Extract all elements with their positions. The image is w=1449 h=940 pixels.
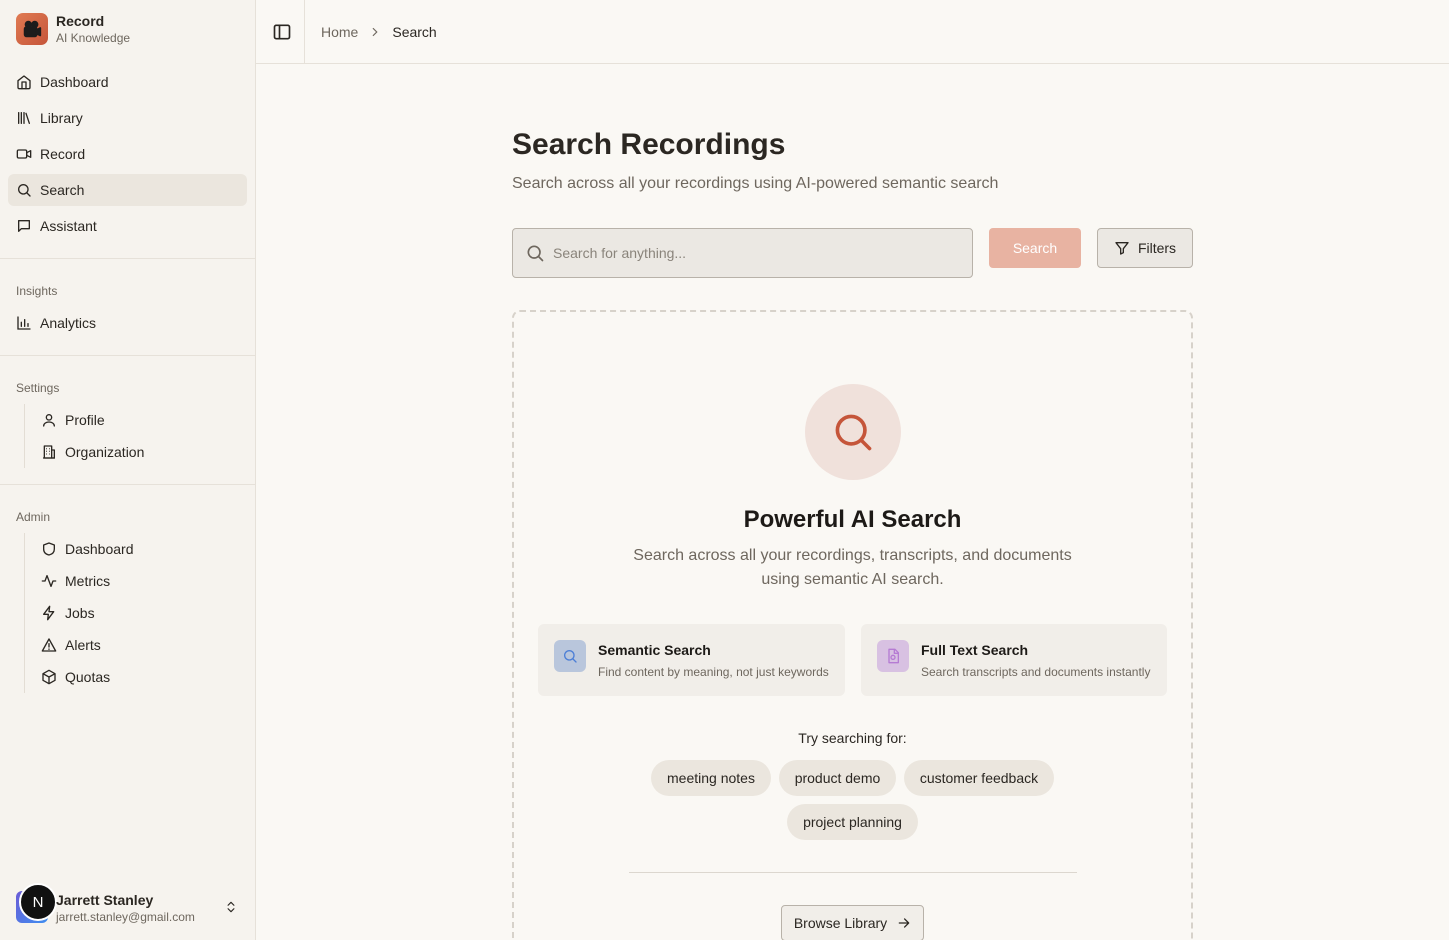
suggestion-chip[interactable]: project planning (787, 804, 918, 840)
feature-title: Semantic Search (598, 642, 711, 658)
sidebar-item-analytics[interactable]: Analytics (8, 307, 247, 339)
group-label-admin: Admin (16, 510, 51, 524)
search-field[interactable] (512, 228, 973, 278)
filter-icon (1115, 242, 1129, 255)
feature-semantic-search: Semantic Search Find content by meaning,… (538, 624, 845, 696)
package-icon (42, 669, 56, 685)
page-title: Search Recordings (512, 128, 786, 161)
activity-icon (41, 575, 57, 587)
search-hero-icon (805, 384, 901, 480)
avatar: N (19, 883, 57, 921)
filters-label: Filters (1137, 240, 1177, 256)
user-name: Jarrett Stanley (56, 892, 154, 908)
user-menu[interactable]: N Jarrett Stanley jarrett.stanley@gmail.… (16, 883, 247, 927)
sidebar-item-label: Search (40, 182, 85, 198)
sidebar-item-alerts[interactable]: Alerts (33, 630, 247, 660)
sidebar-item-organization[interactable]: Organization (33, 437, 247, 467)
message-icon (18, 220, 30, 232)
top-header: Home Search (256, 0, 1449, 64)
sidebar-item-label: Dashboard (40, 74, 109, 90)
library-icon (18, 112, 30, 124)
breadcrumb: Home Search (321, 24, 437, 40)
suggestion-chip[interactable]: product demo (779, 760, 896, 796)
sidebar-toggle-icon[interactable] (272, 22, 292, 42)
try-searching-label: Try searching for: (798, 730, 907, 746)
sidebar: Record AI Knowledge Dashboard Library Re… (0, 0, 256, 940)
sidebar-divider (0, 484, 255, 485)
sidebar-divider (0, 355, 255, 356)
home-icon (17, 75, 31, 90)
alert-triangle-icon (41, 638, 57, 652)
card-divider (629, 872, 1077, 873)
search-icon (527, 245, 544, 262)
page-subtitle: Search across all your recordings using … (512, 175, 999, 192)
feature-description: Search transcripts and documents instant… (921, 665, 1151, 679)
chevrons-up-down-icon (227, 901, 235, 913)
user-email: jarrett.stanley@gmail.com (56, 910, 195, 924)
sidebar-item-quotas[interactable]: Quotas (33, 662, 247, 692)
sidebar-item-metrics[interactable]: Metrics (33, 566, 247, 596)
suggestion-chip[interactable]: meeting notes (651, 760, 771, 796)
sidebar-item-label: Jobs (65, 605, 95, 621)
filters-button[interactable]: Filters (1097, 228, 1193, 268)
sidebar-item-label: Dashboard (65, 541, 134, 557)
sidebar-item-admin-dashboard[interactable]: Dashboard (33, 534, 247, 564)
group-label-insights: Insights (16, 284, 58, 298)
sidebar-item-label: Assistant (40, 218, 97, 234)
search-button[interactable]: Search (989, 228, 1081, 268)
sidebar-item-label: Organization (65, 444, 145, 460)
browse-library-label: Browse Library (793, 915, 888, 931)
building-icon (43, 445, 55, 459)
submenu-rail (24, 533, 25, 693)
zap-icon (43, 605, 55, 621)
sidebar-item-label: Alerts (65, 637, 101, 653)
brand-name: Record (56, 13, 105, 29)
breadcrumb-current: Search (392, 24, 437, 40)
sidebar-item-label: Profile (65, 412, 105, 428)
semantic-search-icon (554, 640, 586, 672)
breadcrumb-home[interactable]: Home (321, 24, 358, 40)
bar-chart-icon (17, 316, 31, 330)
sidebar-item-assistant[interactable]: Assistant (8, 210, 247, 242)
chevron-right-icon (373, 27, 378, 37)
brand-subtitle: AI Knowledge (56, 31, 131, 45)
sidebar-item-label: Quotas (65, 669, 111, 685)
submenu-rail (24, 404, 25, 468)
suggestion-chip[interactable]: customer feedback (904, 760, 1054, 796)
sidebar-item-label: Library (40, 110, 83, 126)
file-search-icon (877, 640, 909, 672)
arrow-right-icon (898, 918, 910, 928)
user-icon (43, 414, 55, 427)
sidebar-item-dashboard[interactable]: Dashboard (8, 66, 247, 98)
feature-description: Find content by meaning, not just keywor… (598, 665, 829, 679)
feature-full-text-search: Full Text Search Search transcripts and … (861, 624, 1167, 696)
empty-state-description: Search across all your recordings, trans… (633, 547, 1072, 588)
sidebar-item-profile[interactable]: Profile (33, 405, 247, 435)
empty-state-title: Powerful AI Search (743, 506, 962, 533)
sidebar-item-label: Metrics (65, 573, 111, 589)
shield-icon (43, 542, 55, 556)
sidebar-item-record[interactable]: Record (8, 138, 247, 170)
header-separator (304, 0, 305, 63)
sidebar-item-search[interactable]: Search (8, 174, 247, 206)
video-icon (16, 149, 32, 159)
sidebar-item-label: Analytics (40, 315, 97, 331)
sidebar-divider (0, 258, 255, 259)
search-input[interactable] (553, 245, 953, 261)
brand[interactable]: Record AI Knowledge (16, 13, 130, 45)
sidebar-item-label: Record (40, 146, 86, 162)
group-label-settings: Settings (16, 381, 60, 395)
sidebar-item-library[interactable]: Library (8, 102, 247, 134)
browse-library-button[interactable]: Browse Library (781, 905, 924, 940)
camera-logo-icon (16, 13, 48, 45)
sidebar-item-jobs[interactable]: Jobs (33, 598, 247, 628)
feature-title: Full Text Search (921, 642, 1029, 658)
search-icon (18, 184, 31, 197)
